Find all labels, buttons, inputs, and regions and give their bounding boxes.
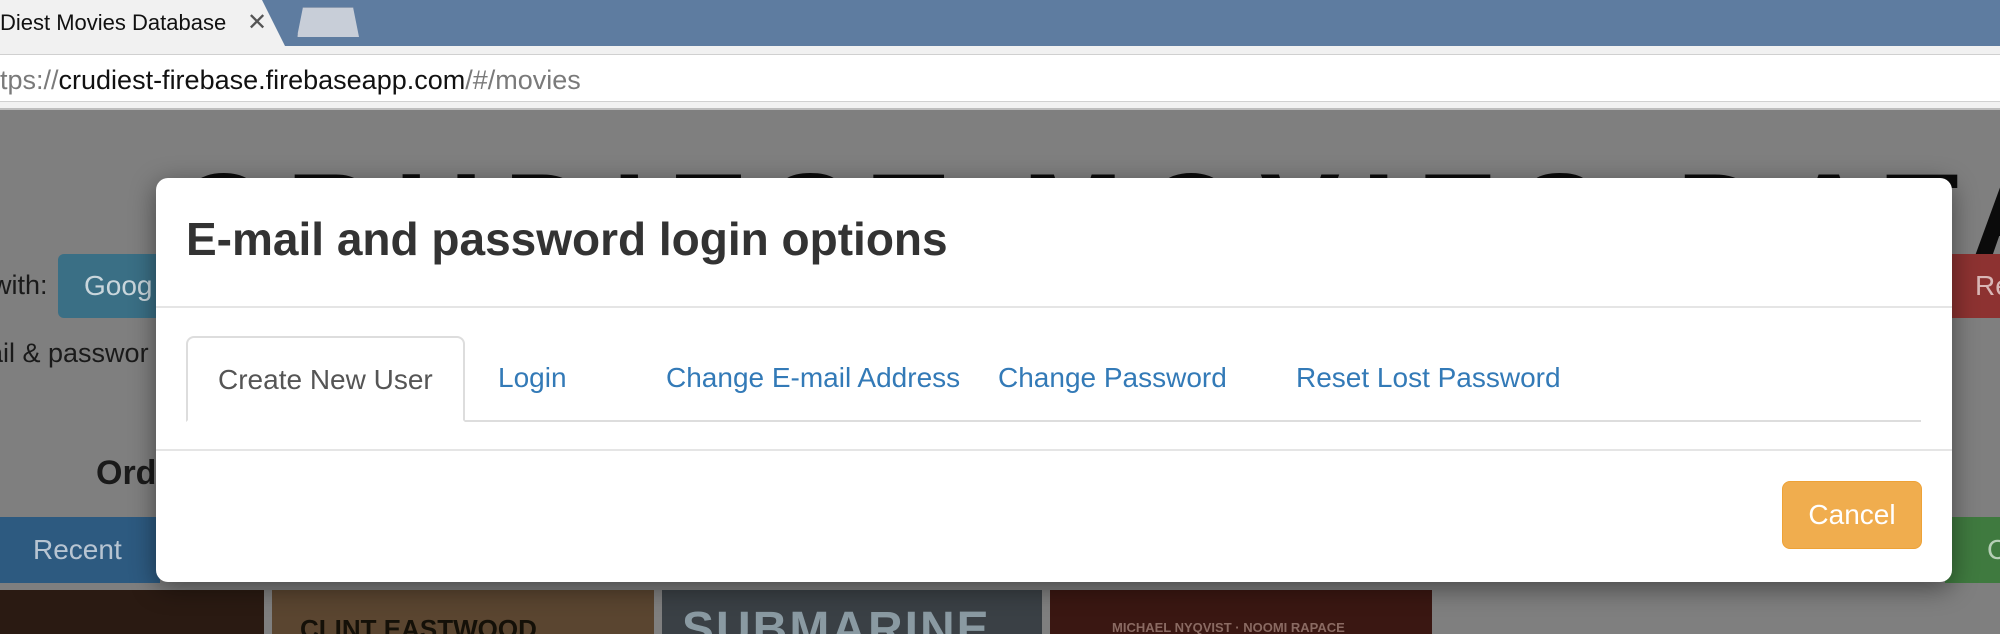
movie-poster: SUBMARINE (662, 590, 1042, 634)
tab-reset-lost-password[interactable]: Reset Lost Password (1296, 336, 1561, 420)
email-password-label: ail & passwor (0, 338, 149, 368)
login-options-modal: E-mail and password login options Create… (156, 178, 1952, 582)
url-scheme: tps:// (0, 65, 59, 95)
poster-text: CLINT EASTWOOD (300, 614, 537, 634)
poster-text: MICHAEL NYQVIST · NOOMI RAPACE (1112, 620, 1345, 634)
modal-footer: Cancel (156, 451, 1952, 582)
url-host: crudiest-firebase.firebaseapp.com (58, 65, 466, 95)
modal-title: E-mail and password login options (186, 213, 948, 265)
browser-tab[interactable]: Diest Movies Database (0, 0, 285, 46)
login-tabs: Create New User Login Change E-mail Addr… (186, 336, 1921, 422)
green-action-button: C (1945, 517, 2000, 583)
browser-tab-title: Diest Movies Database (0, 10, 227, 35)
url-text: tps://crudiest-firebase.firebaseapp.com/… (0, 65, 581, 96)
login-with-label: with: (0, 270, 48, 300)
url-path: /#/movies (465, 65, 581, 95)
movie-poster: MICHAEL NYQVIST · NOOMI RAPACE (1050, 590, 1432, 634)
url-field[interactable]: tps://crudiest-firebase.firebaseapp.com/… (0, 54, 2000, 102)
red-action-button: Re (1945, 254, 2000, 318)
tab-create-new-user[interactable]: Create New User (186, 336, 465, 422)
movie-poster: CLINT EASTWOOD (272, 590, 654, 634)
modal-body: Create New User Login Change E-mail Addr… (156, 308, 1952, 451)
order-label: Ord (96, 454, 157, 492)
tab-change-password[interactable]: Change Password (998, 336, 1227, 420)
poster-text: SUBMARINE (682, 603, 991, 634)
tab-change-email-address[interactable]: Change E-mail Address (666, 336, 960, 420)
close-icon[interactable]: ✕ (247, 8, 267, 37)
movie-poster (0, 590, 264, 634)
tab-login[interactable]: Login (498, 336, 567, 420)
recent-button: Recent (0, 517, 160, 583)
modal-header: E-mail and password login options (156, 178, 1952, 308)
address-bar: tps://crudiest-firebase.firebaseapp.com/… (0, 46, 2000, 110)
cancel-button[interactable]: Cancel (1782, 481, 1922, 549)
new-tab-button[interactable] (297, 7, 359, 37)
browser-tab-strip: Diest Movies Database ✕ (0, 0, 2000, 46)
